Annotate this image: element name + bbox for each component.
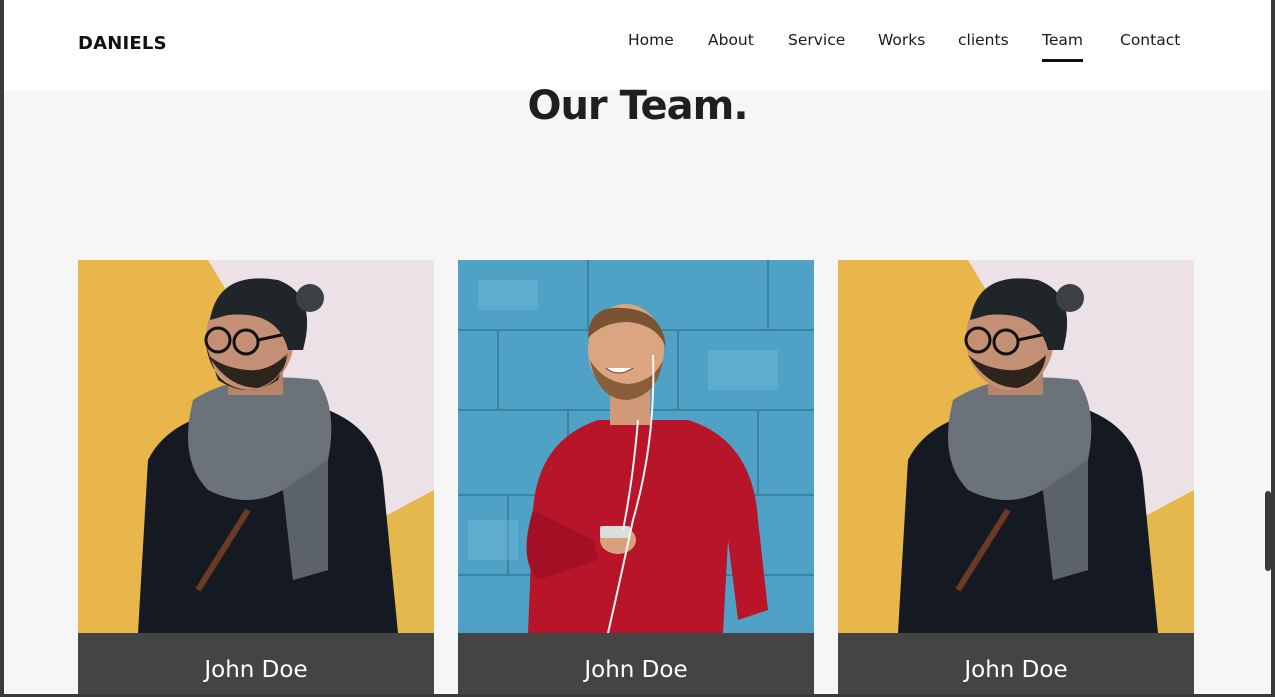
team-card[interactable]: John Doe [458, 260, 814, 694]
team-card-caption: John Doe [78, 633, 434, 694]
nav-home[interactable]: Home [628, 29, 674, 51]
nav-service[interactable]: Service [788, 29, 845, 51]
team-card-caption: John Doe [838, 633, 1194, 694]
main-nav: Home About Service Works clients Team Co… [4, 29, 1271, 69]
team-card[interactable]: John Doe [838, 260, 1194, 694]
nav-works[interactable]: Works [878, 29, 925, 51]
section-title: Our Team. [527, 83, 748, 129]
team-card[interactable]: John Doe [78, 260, 434, 694]
team-member-name: John Doe [964, 657, 1068, 683]
scrollbar-thumb[interactable] [1265, 491, 1271, 571]
team-member-photo [458, 260, 814, 633]
nav-about[interactable]: About [708, 29, 754, 51]
nav-contact[interactable]: Contact [1120, 29, 1180, 51]
team-member-name: John Doe [584, 657, 688, 683]
page-scrollbar[interactable] [1264, 0, 1271, 694]
nav-clients[interactable]: clients [958, 29, 1009, 51]
team-member-name: John Doe [204, 657, 308, 683]
team-member-photo [838, 260, 1194, 633]
team-card-caption: John Doe [458, 633, 814, 694]
site-header: DANIELS Home About Service Works clients… [4, 0, 1271, 90]
team-member-photo [78, 260, 434, 633]
browser-viewport: DANIELS Home About Service Works clients… [4, 0, 1271, 694]
nav-team[interactable]: Team [1042, 29, 1083, 62]
